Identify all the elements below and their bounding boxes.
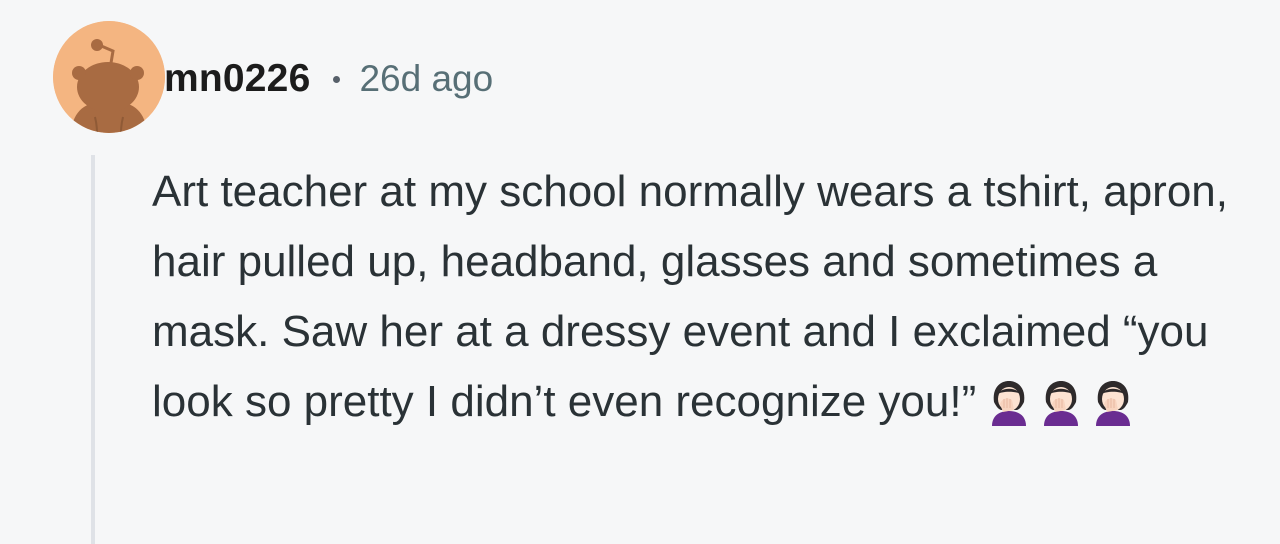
woman-facepalming-emoji-icon — [1036, 376, 1086, 426]
timestamp[interactable]: 26d ago — [359, 58, 493, 100]
user-avatar[interactable] — [53, 21, 165, 133]
dot-separator-icon — [333, 75, 341, 83]
username-link[interactable]: mn0226 — [164, 57, 310, 101]
snoo-avatar-icon — [53, 21, 165, 133]
woman-facepalming-emoji-icon — [1088, 376, 1138, 426]
comment-header: mn0226 26d ago — [164, 55, 493, 103]
woman-facepalming-emoji-icon — [984, 376, 1034, 426]
thread-collapse-line[interactable] — [91, 155, 95, 544]
comment-body: Art teacher at my school normally wears … — [152, 157, 1262, 437]
reaction-emojis — [984, 376, 1138, 426]
comment: mn0226 26d ago Art teacher at my school … — [0, 0, 1280, 544]
